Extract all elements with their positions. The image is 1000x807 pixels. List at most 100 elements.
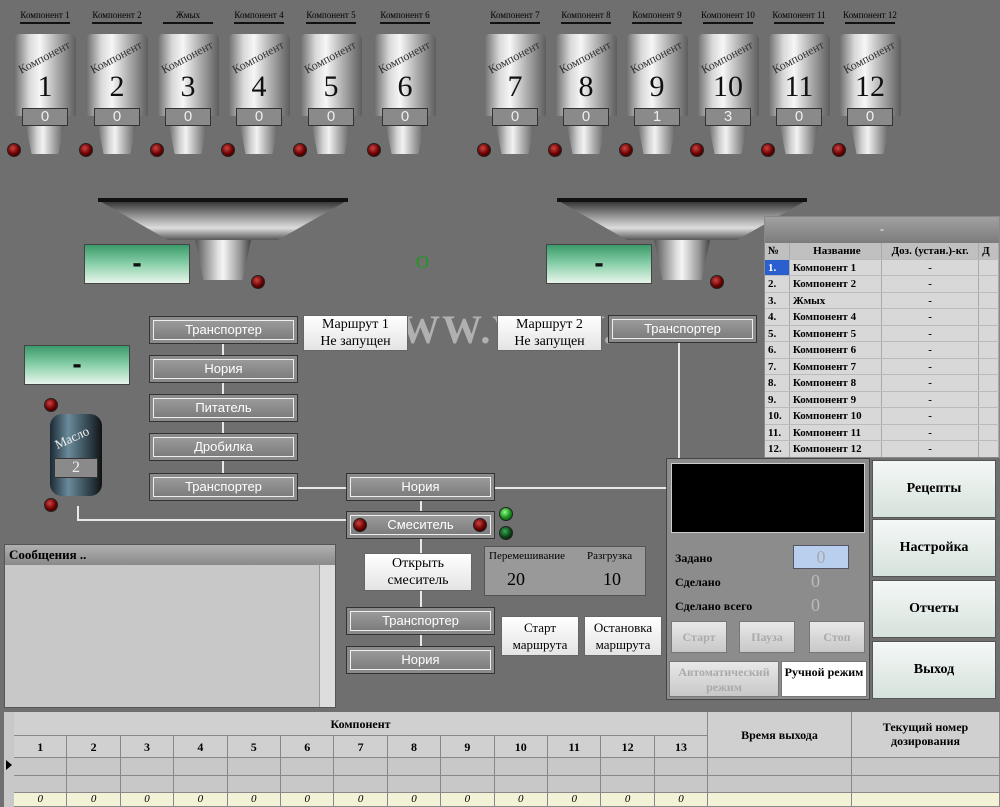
recipe-row-name: Компонент 9 (790, 391, 883, 407)
hopper-number: 4 (251, 70, 267, 103)
hopper-lid (306, 22, 356, 32)
transporter-right[interactable]: Транспортер (608, 315, 757, 343)
hopper-8[interactable]: Компонент 8 Компонент 8 0 (553, 10, 619, 156)
messages-scrollbar[interactable] (319, 565, 335, 707)
noria-mid[interactable]: Нория (346, 473, 495, 501)
done-total-label: Сделано всего (675, 599, 753, 613)
recipe-row[interactable]: 10. Компонент 10- (765, 408, 999, 425)
route-1-status[interactable]: Маршрут 1 Не запущен (303, 315, 408, 351)
oil-tank-count: 2 (54, 458, 98, 478)
open-mixer-button[interactable]: Открыть смеситель (364, 553, 472, 591)
hopper-led (7, 143, 21, 157)
hopper-4[interactable]: Компонент 4 Компонент 4 0 (226, 10, 292, 156)
recipe-row-dose: - (882, 342, 980, 358)
hopper-lid (234, 22, 284, 32)
exit-button[interactable]: Выход (872, 641, 996, 699)
hopper-label: Компонент 12 (843, 10, 897, 20)
hopper-count: 0 (382, 108, 428, 126)
recipe-row-dose: - (882, 408, 980, 424)
recipe-row-dose: - (882, 424, 980, 440)
reports-button[interactable]: Отчеты (872, 580, 996, 638)
recipe-row-name: Компонент 8 (790, 375, 883, 391)
hopper-number: 5 (323, 70, 339, 103)
hopper-2[interactable]: Компонент 2 Компонент 2 0 (84, 10, 150, 156)
recipe-row[interactable]: 9. Компонент 9- (765, 391, 999, 408)
hopper-number: 9 (649, 70, 665, 103)
hopper-number: 11 (784, 70, 814, 103)
oil-led-top (44, 398, 58, 412)
recipe-row-name: Компонент 5 (790, 325, 883, 341)
dosing-col-header: 7 (334, 736, 388, 758)
dosing-value: 0 (281, 793, 335, 807)
hopper-lid (632, 22, 682, 32)
mixing-panel: Перемешивание 20 Разгрузка 10 (484, 546, 646, 596)
stop-button[interactable]: Стоп (809, 621, 865, 653)
done-value: 0 (811, 571, 820, 591)
recipe-row-dose: - (882, 441, 980, 457)
noria-1[interactable]: Нория (149, 355, 298, 383)
manual-mode-button[interactable]: Ручной режим (781, 661, 867, 697)
route-1-state: Не запущен (320, 334, 391, 349)
recipe-row-num: 10. (765, 408, 790, 424)
hopper-number: 2 (109, 70, 125, 103)
start-button[interactable]: Старт (671, 621, 727, 653)
hopper-number: 10 (713, 70, 743, 103)
transporter-1[interactable]: Транспортер (149, 316, 298, 344)
hopper-label: Компонент 5 (306, 10, 356, 20)
hopper-6[interactable]: Компонент 6 Компонент 6 0 (372, 10, 438, 156)
hopper-led (79, 143, 93, 157)
hopper-label: Компонент 8 (561, 10, 611, 20)
scale-2-neck (654, 240, 710, 280)
hopper-led (150, 143, 164, 157)
recipe-row-name: Компонент 4 (790, 309, 883, 325)
transporter-2[interactable]: Транспортер (149, 473, 298, 501)
crusher[interactable]: Дробилка (149, 433, 298, 461)
hopper-5[interactable]: Компонент 5 Компонент 5 0 (298, 10, 364, 156)
recipe-row-name: Компонент 11 (790, 424, 883, 440)
set-input[interactable]: 0 (793, 545, 849, 569)
hopper-1[interactable]: Компонент 1 Компонент 1 0 (12, 10, 78, 156)
recipe-row[interactable]: 2. Компонент 2- (765, 276, 999, 293)
pause-button[interactable]: Пауза (739, 621, 795, 653)
row-pointer (6, 760, 12, 770)
recipe-row[interactable]: 6. Компонент 6- (765, 342, 999, 359)
stop-route-button[interactable]: Остановка маршрута (584, 616, 662, 656)
scale-1-neck (195, 240, 251, 280)
dosing-col-header: 3 (120, 736, 175, 758)
hopper-12[interactable]: Компонент 12 Компонент 12 0 (837, 10, 903, 156)
recipe-row-name: Компонент 2 (790, 276, 883, 292)
recipe-row[interactable]: 11. Компонент 11- (765, 424, 999, 441)
recipe-row[interactable]: 3. Жмых - (765, 292, 999, 309)
hopper-count: 0 (22, 108, 68, 126)
recipes-button[interactable]: Рецепты (872, 460, 996, 518)
hopper-count: 0 (492, 108, 538, 126)
recipe-row[interactable]: 4. Компонент 4- (765, 309, 999, 326)
hopper-10[interactable]: Компонент 10 Компонент 10 3 (695, 10, 761, 156)
auto-mode-button[interactable]: Автоматический режим (669, 661, 779, 697)
dosing-value: 0 (494, 793, 548, 807)
route-2-status[interactable]: Маршрут 2 Не запущен (497, 315, 602, 351)
start-route-button[interactable]: Старт маршрута (501, 616, 579, 656)
mixer-led-right (473, 518, 487, 532)
hopper-11[interactable]: Компонент 11 Компонент 11 0 (766, 10, 832, 156)
hopper-3[interactable]: Жмых Компонент 3 0 (155, 10, 221, 156)
feeder[interactable]: Питатель (149, 394, 298, 422)
transporter-3[interactable]: Транспортер (346, 607, 495, 635)
hopper-count: 0 (308, 108, 354, 126)
hopper-7[interactable]: Компонент 7 Компонент 7 0 (482, 10, 548, 156)
recipe-row[interactable]: 1. Компонент 1- (765, 259, 999, 276)
recipe-row-num: 3. (765, 292, 790, 308)
unload-label: Разгрузка (587, 550, 633, 562)
hopper-9[interactable]: Компонент 9 Компонент 9 1 (624, 10, 690, 156)
settings-button[interactable]: Настройка (872, 519, 996, 577)
recipe-row[interactable]: 7. Компонент 7- (765, 358, 999, 375)
exit-time-header: Время выхода (708, 712, 852, 758)
recipe-row[interactable]: 12. Компонент 12- (765, 441, 999, 457)
recipe-row-num: 7. (765, 358, 790, 374)
dosing-col-header: 11 (548, 736, 602, 758)
dosing-value: 0 (548, 793, 602, 807)
noria-bottom[interactable]: Нория (346, 646, 495, 674)
recipe-row[interactable]: 5. Компонент 5- (765, 325, 999, 342)
recipe-row[interactable]: 8. Компонент 8- (765, 375, 999, 392)
oil-tank: Масло 2 (50, 414, 102, 496)
